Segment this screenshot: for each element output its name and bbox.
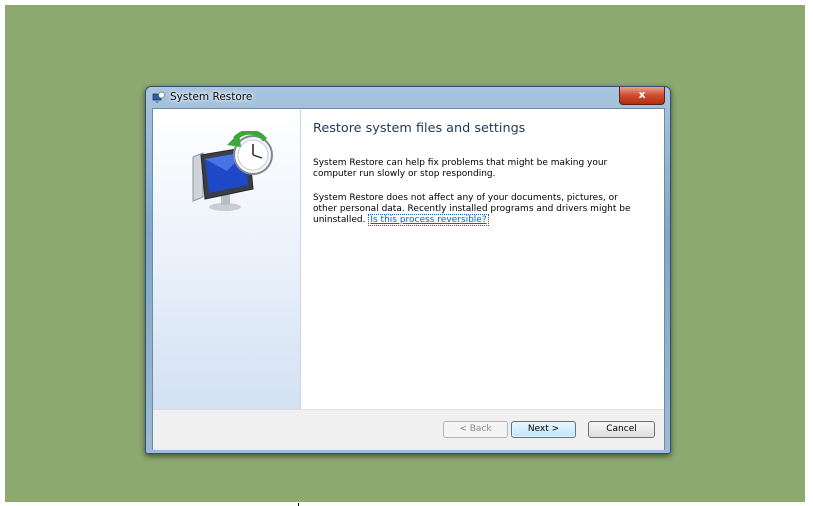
title-bar[interactable]: System Restore x [146, 87, 670, 108]
back-button[interactable]: < Back [443, 421, 508, 438]
system-restore-clock-monitor-icon [192, 131, 273, 211]
close-icon: x [638, 88, 646, 101]
close-button[interactable]: x [619, 87, 665, 105]
process-reversible-link[interactable]: Is this process reversible? [368, 214, 489, 226]
content-area: Restore system files and settings System… [310, 109, 655, 409]
next-button[interactable]: Next > [511, 421, 576, 438]
cancel-button[interactable]: Cancel [588, 421, 655, 438]
wizard-client-area: Restore system files and settings System… [152, 108, 665, 450]
info-paragraph: System Restore does not affect any of yo… [313, 193, 643, 226]
description-paragraph: System Restore can help fix problems tha… [313, 158, 608, 179]
system-restore-icon [152, 91, 165, 103]
window-title: System Restore [170, 91, 253, 103]
page-title: Restore system files and settings [313, 121, 526, 136]
button-bar: < Back Next > Cancel [153, 409, 664, 450]
side-panel [153, 109, 301, 409]
system-restore-window: System Restore x Restore system files an… [145, 86, 671, 454]
desktop-background: System Restore x Restore system files an… [5, 5, 805, 502]
